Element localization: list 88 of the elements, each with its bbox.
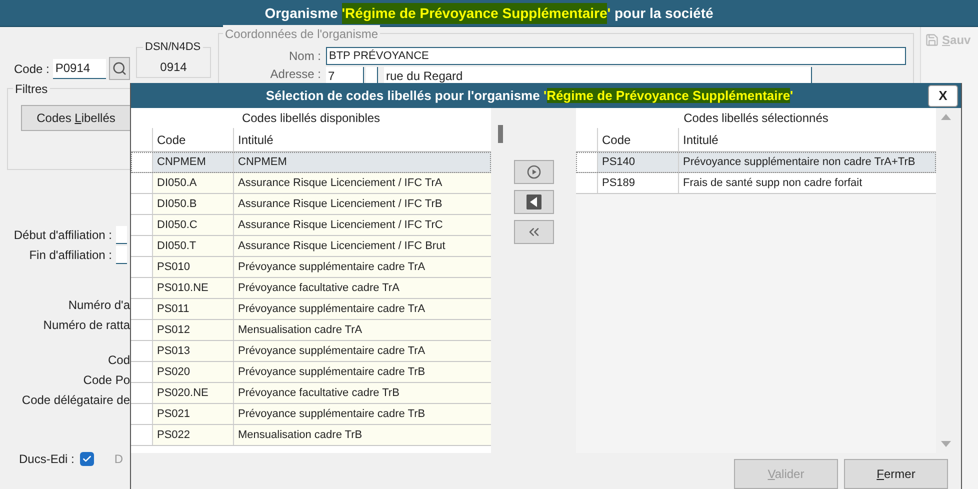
window-title: Organisme 'Régime de Prévoyance Supplémentaire' pour la société: [0, 0, 978, 27]
field-label: Cod: [106, 352, 130, 369]
table-cell-text: Prévoyance facultative cadre TrB: [237, 386, 400, 401]
field-label: Code délégataire de: [20, 392, 130, 409]
column-header[interactable]: Intitulé: [234, 128, 491, 151]
table-row[interactable]: PS011 Prévoyance supplémentaire cadre TrA: [131, 299, 491, 320]
column-header[interactable]: Code: [598, 128, 679, 151]
table-cell: DI050.C: [153, 215, 234, 235]
table-cell: PS020.NE: [153, 383, 234, 403]
column-header[interactable]: Intitulé: [679, 128, 936, 151]
dialog-title: Sélection de codes libellés pour l'organisme 'Régime de Prévoyance Supplémentaire': [264, 86, 794, 105]
search-icon: [112, 61, 128, 76]
table-row[interactable]: PS022 Mensualisation cadre TrB: [131, 425, 491, 446]
table-cell: PS013: [153, 341, 234, 361]
remove-all-button[interactable]: [514, 220, 554, 244]
table-cell: DI050.A: [153, 173, 234, 193]
table-row[interactable]: DI050.A Assurance Risque Licenciement / IFC TrA: [131, 173, 491, 194]
table-cell-text: Assurance Risque Licenciement / IFC TrA: [237, 176, 444, 191]
table-cell-text: Mensualisation cadre TrB: [237, 428, 364, 443]
table-cell-text: Prévoyance supplémentaire cadre TrB: [237, 364, 426, 380]
date-field[interactable]: [116, 226, 127, 244]
column-header[interactable]: Code: [153, 128, 234, 151]
table-row[interactable]: DI050.C Assurance Risque Licenciement / IFC TrC: [131, 215, 491, 236]
table-cell: DI050.B: [153, 194, 234, 214]
scrollbar-thumb[interactable]: [498, 125, 503, 143]
table-row[interactable]: DI050.B Assurance Risque Licenciement / IFC TrB: [131, 194, 491, 215]
dsn-value: 0914: [159, 59, 188, 76]
table-cell: PS010.NE: [153, 278, 234, 298]
table-cell-text: Prévoyance supplémentaire cadre TrA: [237, 302, 426, 317]
close-button[interactable]: X: [928, 84, 958, 106]
table-cell-text: Assurance Risque Licenciement / IFC TrC: [237, 218, 444, 233]
table-row[interactable]: PS013 Prévoyance supplémentaire cadre TrA: [131, 341, 491, 362]
table-cell-text: Assurance Risque Licenciement / IFC TrB: [237, 196, 444, 212]
nom-field[interactable]: BTP PRÉVOYANCE: [326, 47, 906, 65]
table-cell: PS189: [598, 173, 679, 193]
table-cell: DI050.T: [153, 236, 234, 256]
table-cell: PS012: [153, 320, 234, 340]
table-row[interactable]: PS189 Frais de santé supp non cadre forfait: [576, 173, 936, 194]
date-field[interactable]: [116, 246, 127, 264]
ducs-edi-checkbox[interactable]: [80, 452, 94, 466]
down-arrow-icon: [941, 441, 951, 447]
search-button[interactable]: [109, 57, 130, 80]
table-cell-text: Prévoyance supplémentaire cadre TrB: [237, 406, 426, 422]
table-cell: PS020: [153, 362, 234, 382]
up-arrow-icon: [941, 114, 951, 120]
table-cell: PS022: [153, 425, 234, 445]
table-row[interactable]: PS020.NE Prévoyance facultative cadre TrB: [131, 383, 491, 404]
table-row[interactable]: PS020 Prévoyance supplémentaire cadre TrB: [131, 362, 491, 383]
codes-libelles-button[interactable]: Codes Libellés: [21, 105, 131, 131]
code-field[interactable]: P0914: [53, 58, 106, 78]
field-label: Numéro de ratta: [42, 317, 130, 334]
field-label: Code Po: [82, 372, 130, 389]
table-cell: PS021: [153, 404, 234, 424]
table-row[interactable]: DI050.T Assurance Risque Licenciement / IFC Brut: [131, 236, 491, 257]
table-cell-text: Prévoyance supplémentaire non cadre TrA+TrB: [682, 154, 916, 170]
table-cell: PS010: [153, 257, 234, 277]
table-row[interactable]: CNPMEM CNPMEM: [131, 152, 491, 173]
table-cell-text: Prévoyance supplémentaire cadre TrA: [237, 260, 426, 275]
table-row[interactable]: PS012 Mensualisation cadre TrA: [131, 320, 491, 341]
field-label: Code :: [14, 60, 50, 78]
table-cell: CNPMEM: [153, 152, 234, 172]
play-circle-icon: [526, 165, 540, 179]
table-cell-text: Prévoyance facultative cadre TrA: [237, 280, 400, 296]
field-label: Nom :: [288, 48, 321, 65]
check-icon: [82, 454, 92, 464]
field-label: Début d'affiliation :: [12, 227, 112, 244]
table-row[interactable]: PS140 Prévoyance supplémentaire non cadre TrA+TrB: [576, 152, 936, 173]
remove-button[interactable]: [514, 190, 554, 214]
table-cell-text: Frais de santé supp non cadre forfait: [682, 176, 864, 191]
field-label: Fin d'affiliation :: [28, 247, 112, 264]
save-icon: [925, 33, 939, 47]
table-row[interactable]: PS010.NE Prévoyance facultative cadre TrA: [131, 278, 491, 299]
field-label: Ducs-Edi :: [19, 451, 74, 468]
field-label: Numéro d'a: [67, 297, 130, 314]
field-label: Adresse :: [269, 67, 321, 81]
group-label: Coordonnées de l'organisme: [223, 25, 380, 43]
add-button[interactable]: [514, 160, 554, 184]
dialog-button[interactable]: Fermer: [844, 459, 948, 489]
table-cell-text: Assurance Risque Licenciement / IFC Brut: [237, 238, 446, 254]
table-row[interactable]: PS010 Prévoyance supplémentaire cadre TrA: [131, 257, 491, 278]
table-cell-text: Mensualisation cadre TrA: [237, 322, 364, 338]
panel-title: Codes libellés sélectionnés: [576, 108, 936, 128]
table-cell-text: CNPMEM: [237, 154, 288, 170]
table-cell: PS140: [598, 152, 679, 172]
table-row[interactable]: PS021 Prévoyance supplémentaire cadre TrB: [131, 404, 491, 425]
field-label: D: [114, 451, 124, 468]
table-cell: PS011: [153, 299, 234, 319]
table-cell-text: Prévoyance supplémentaire cadre TrA: [237, 344, 426, 359]
